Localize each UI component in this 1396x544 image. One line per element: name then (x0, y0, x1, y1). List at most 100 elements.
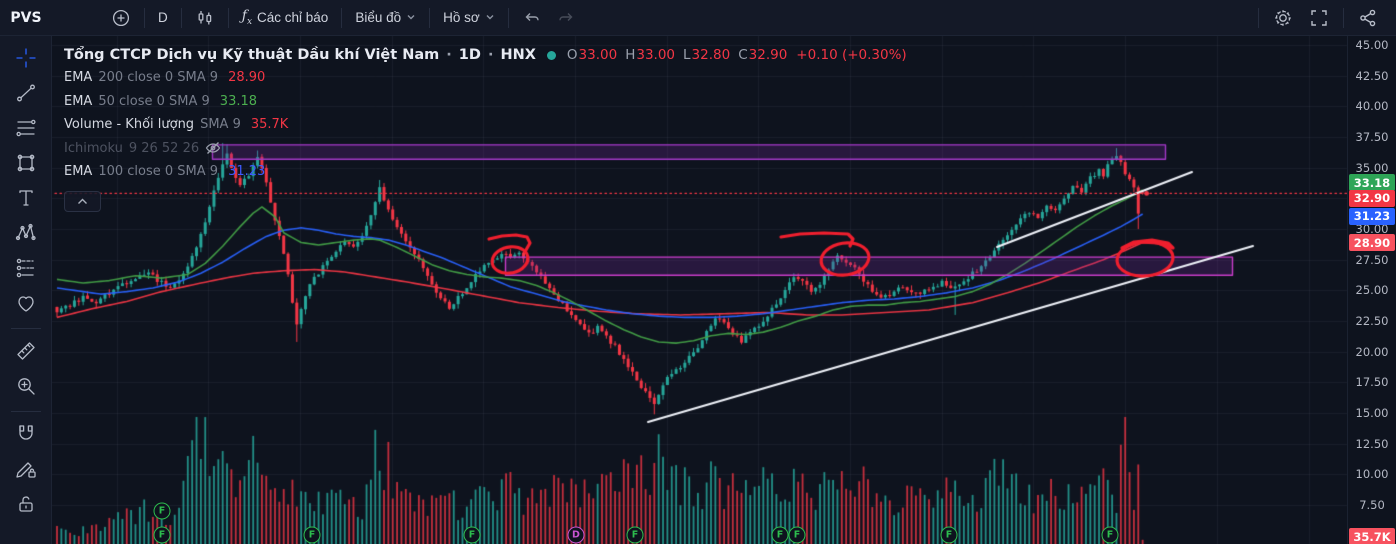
emoji-tool[interactable] (7, 287, 45, 322)
event-marker-f[interactable]: F (626, 526, 644, 544)
toolbar-separator (341, 7, 343, 28)
forecast-icon (14, 256, 38, 283)
indicator-row-ema-200-close-0-sma-9[interactable]: EMA 200 close 0 SMA 9 28.90 (64, 66, 907, 90)
ohlc-values: O33.00 H33.00 L32.80 C32.90 +0.10 (+0.30… (566, 47, 907, 63)
xabcd-pattern-tool[interactable] (7, 217, 45, 252)
market-status-dot (546, 50, 556, 60)
event-marker-f[interactable]: F (940, 526, 958, 544)
symbol-legend-row[interactable]: Tổng CTCP Dịch vụ Kỹ thuật Dầu khí Việt … (64, 44, 907, 66)
drawing-mode-icon (14, 457, 38, 484)
profile-menu-label: Hồ sơ (443, 10, 480, 25)
chart-menu-button[interactable]: Biểu đồ (348, 6, 423, 29)
price-tick: 37.50 (1355, 130, 1389, 145)
eye-off-icon[interactable] (205, 140, 221, 156)
symbol-add-button[interactable] (104, 4, 138, 32)
forecast-tool[interactable] (7, 252, 45, 287)
zoom-in-icon (14, 374, 38, 401)
event-marker-f[interactable]: F (153, 526, 171, 544)
event-marker-f[interactable]: F (1101, 526, 1119, 544)
legend-interval: 1D (458, 47, 481, 63)
gear-icon (1272, 7, 1294, 29)
volume-tag: 35.7K (1349, 528, 1395, 544)
price-tick: 35.00 (1355, 160, 1389, 175)
fib-retracement-tool[interactable] (7, 112, 45, 147)
undo-button[interactable] (515, 4, 549, 32)
trend-line-icon (14, 81, 38, 108)
toolbar-divider (10, 328, 41, 329)
event-marker-d[interactable]: D (567, 526, 585, 544)
redo-button[interactable] (549, 4, 583, 32)
text-tool[interactable] (7, 182, 45, 217)
price-tick: 15.00 (1355, 406, 1389, 421)
drawing-toolbar (0, 36, 52, 544)
price-tick: 22.50 (1355, 314, 1389, 329)
indicator-row-ema-50-close-0-sma-9[interactable]: EMA 50 close 0 SMA 9 33.18 (64, 90, 907, 114)
price-change: +0.10 (+0.30%) (796, 47, 907, 63)
lock-drawings-icon (14, 492, 38, 519)
price-tag-ema200: 28.90 (1349, 234, 1395, 252)
chart-area: Tổng CTCP Dịch vụ Kỹ thuật Dầu khí Việt … (52, 36, 1396, 544)
event-marker-f[interactable]: F (303, 526, 321, 544)
toolbar-separator (507, 7, 509, 28)
price-tag-ema50: 33.18 (1349, 174, 1395, 192)
price-tick: 25.00 (1355, 283, 1389, 298)
event-marker-f[interactable]: F (463, 526, 481, 544)
legend-collapse-button[interactable] (64, 191, 101, 212)
crosshair-tool[interactable] (7, 42, 45, 77)
price-tag-last-price: 32.90 (1349, 189, 1395, 207)
ruler-tool[interactable] (7, 335, 45, 370)
magnet-tool[interactable] (7, 418, 45, 453)
symbol-name[interactable]: PVS (0, 10, 52, 26)
ruler-icon (14, 339, 38, 366)
event-marker-f[interactable]: F (153, 502, 171, 520)
price-axis[interactable]: 45.0042.5040.0037.5035.0032.5030.0027.50… (1347, 36, 1396, 544)
indicator-row-ichimoku-9-26-52-26[interactable]: Ichimoku 9 26 52 26 (64, 137, 907, 161)
magnet-icon (14, 422, 38, 449)
price-tag-ema100: 31.23 (1349, 207, 1395, 225)
shapes-tool[interactable] (7, 147, 45, 182)
profile-menu-button[interactable]: Hồ sơ (436, 6, 502, 29)
crosshair-icon (14, 46, 38, 73)
price-tick: 10.00 (1355, 467, 1389, 482)
indicators-button[interactable]: ƒx Các chỉ báo (235, 4, 336, 31)
toolbar-separator (144, 7, 145, 28)
top-toolbar: PVS D ƒx Các chỉ báo Biểu đồ Hồ sơ (0, 0, 1396, 36)
redo-icon (556, 8, 576, 28)
toolbar-separator (429, 7, 431, 28)
fullscreen-icon (1308, 7, 1330, 29)
event-marker-f[interactable]: F (771, 526, 789, 544)
price-tick: 12.50 (1355, 436, 1389, 451)
toolbar-separator (227, 7, 229, 28)
chart-style-button[interactable] (188, 4, 222, 32)
emoji-icon (14, 291, 38, 318)
fib-retracement-icon (14, 116, 38, 143)
share-button[interactable] (1350, 3, 1386, 33)
toolbar-separator (180, 7, 182, 28)
toolbar-separator (1343, 7, 1344, 28)
xabcd-pattern-icon (14, 221, 38, 248)
drawing-mode-tool[interactable] (7, 453, 45, 488)
candlestick-icon (195, 8, 215, 28)
indicator-row-volume-kh-i-l-ng-sma-9[interactable]: Volume - Khối lượng SMA 9 35.7K (64, 113, 907, 137)
text-icon (14, 186, 38, 213)
settings-button[interactable] (1265, 3, 1301, 33)
chevron-down-icon (406, 10, 416, 25)
lock-drawings-tool[interactable] (7, 488, 45, 523)
zoom-in-tool[interactable] (7, 370, 45, 405)
price-tick: 45.00 (1355, 38, 1389, 52)
fx-icon: ƒx (241, 8, 253, 27)
event-marker-f[interactable]: F (788, 526, 806, 544)
undo-icon (522, 8, 542, 28)
fullscreen-button[interactable] (1301, 3, 1337, 33)
price-tick: 42.50 (1355, 68, 1389, 83)
trend-line-tool[interactable] (7, 77, 45, 112)
chevron-down-icon (485, 10, 495, 25)
price-tick: 20.00 (1355, 344, 1389, 359)
price-tick: 27.50 (1355, 252, 1389, 267)
chart-legend: Tổng CTCP Dịch vụ Kỹ thuật Dầu khí Việt … (64, 44, 907, 184)
timeframe-button[interactable]: D (151, 6, 175, 29)
indicator-row-ema-100-close-0-sma-9[interactable]: EMA 100 close 0 SMA 9 31.23 (64, 160, 907, 184)
symbol-title: Tổng CTCP Dịch vụ Kỹ thuật Dầu khí Việt … (64, 47, 440, 63)
indicators-label: Các chỉ báo (257, 9, 329, 25)
toolbar-separator (1258, 7, 1259, 28)
